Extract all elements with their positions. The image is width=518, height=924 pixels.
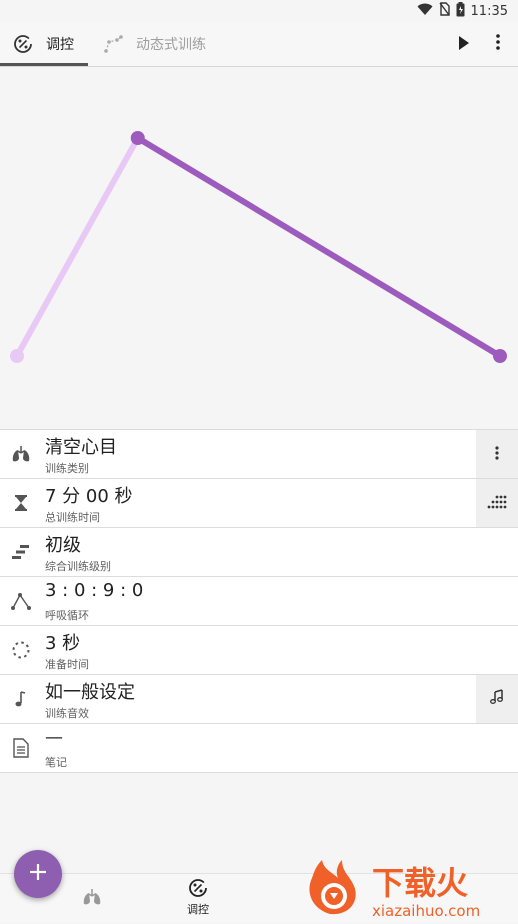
breathing-chart-svg xyxy=(10,131,507,363)
sound-label: 训练音效 xyxy=(45,707,89,720)
wifi-icon xyxy=(417,3,433,20)
percent-circle-icon xyxy=(188,878,208,901)
dotted-path-icon xyxy=(102,33,124,55)
document-icon xyxy=(10,738,32,758)
level-value: 初级 xyxy=(45,535,81,556)
chart-point-2[interactable] xyxy=(493,349,507,363)
add-fab-button[interactable] xyxy=(14,850,62,898)
status-bar: 11:35 xyxy=(0,0,518,22)
prep-time-value: 3 秒 xyxy=(45,633,81,654)
chart-point-1[interactable] xyxy=(130,131,145,145)
total-time-label: 总训练时间 xyxy=(45,511,100,524)
training-type-value: 清空心目 xyxy=(45,437,117,458)
dots-grid-icon xyxy=(487,494,507,513)
lungs-icon xyxy=(82,888,102,909)
setting-row-sound[interactable]: 如一般设定 训练音效 xyxy=(0,674,518,723)
prep-time-label: 准备时间 xyxy=(45,658,89,671)
breath-cycle-icon xyxy=(10,591,32,611)
dotted-circle-icon xyxy=(10,640,32,660)
breath-cycle-value: 3 : 0 : 9 : 0 xyxy=(45,580,144,601)
more-vert-icon xyxy=(495,445,499,464)
music-note-icon xyxy=(10,689,32,709)
watermark-logo: 下载火 xiazaihuo.com xyxy=(302,856,512,920)
watermark-url: xiazaihuo.com xyxy=(372,902,480,920)
percent-circle-icon xyxy=(12,33,34,55)
music-notes-icon xyxy=(489,689,505,709)
tab-control[interactable]: 调控 xyxy=(12,22,88,66)
training-type-label: 训练类别 xyxy=(45,462,89,475)
tab-control-label: 调控 xyxy=(46,37,74,53)
setting-row-total-time[interactable]: 7 分 00 秒 总训练时间 xyxy=(0,478,518,527)
battery-icon xyxy=(456,1,465,21)
play-icon xyxy=(458,35,470,54)
chart-segment-1 xyxy=(134,135,503,359)
total-time-value: 7 分 00 秒 xyxy=(45,486,133,507)
training-type-menu-button[interactable] xyxy=(476,430,518,478)
setting-row-level[interactable]: 初级 综合训练级别 xyxy=(0,527,518,576)
breath-cycle-label: 呼吸循环 xyxy=(45,609,89,622)
tab-dynamic-training-label: 动态式训练 xyxy=(136,37,206,53)
sound-value: 如一般设定 xyxy=(45,682,135,703)
notes-value: — xyxy=(45,727,63,748)
nav-item-control[interactable]: 调控 xyxy=(187,878,209,917)
setting-row-training-type[interactable]: 清空心目 训练类别 xyxy=(0,429,518,478)
settings-list: 清空心目 训练类别 7 分 00 秒 总训练时间 初级 综合训练级别 3: 0… xyxy=(0,429,518,773)
chart-point-0[interactable] xyxy=(10,349,24,363)
setting-row-notes[interactable]: — 笔记 xyxy=(0,723,518,773)
level-bars-icon xyxy=(10,542,32,562)
watermark-brand: 下载火 xyxy=(372,864,468,902)
setting-row-breath-cycle[interactable]: 3 : 0 : 9 : 0 呼吸循环 xyxy=(0,576,518,625)
flame-logo-icon: 下载火 xiazaihuo.com xyxy=(309,860,480,920)
setting-row-prep-time[interactable]: 3 秒 准备时间 xyxy=(0,625,518,674)
breathing-chart xyxy=(0,67,518,429)
nav-item-control-label: 调控 xyxy=(187,903,209,916)
plus-icon xyxy=(29,863,47,885)
total-time-picker-button[interactable] xyxy=(476,479,518,527)
top-toolbar: 调控 动态式训练 xyxy=(0,22,518,67)
notes-label: 笔记 xyxy=(45,756,67,769)
lungs-icon xyxy=(10,444,32,464)
active-tab-indicator xyxy=(0,63,88,66)
hourglass-icon xyxy=(10,493,32,513)
play-button[interactable] xyxy=(448,22,480,66)
more-vert-icon xyxy=(496,34,500,54)
level-label: 综合训练级别 xyxy=(45,560,111,573)
status-time: 11:35 xyxy=(470,3,508,19)
sound-settings-button[interactable] xyxy=(476,675,518,723)
overflow-menu-button[interactable] xyxy=(482,22,514,66)
nav-item-lungs[interactable] xyxy=(82,888,102,909)
tab-dynamic-training[interactable]: 动态式训练 xyxy=(102,22,206,66)
chart-segment-0 xyxy=(14,135,141,359)
no-sim-icon xyxy=(438,2,450,20)
